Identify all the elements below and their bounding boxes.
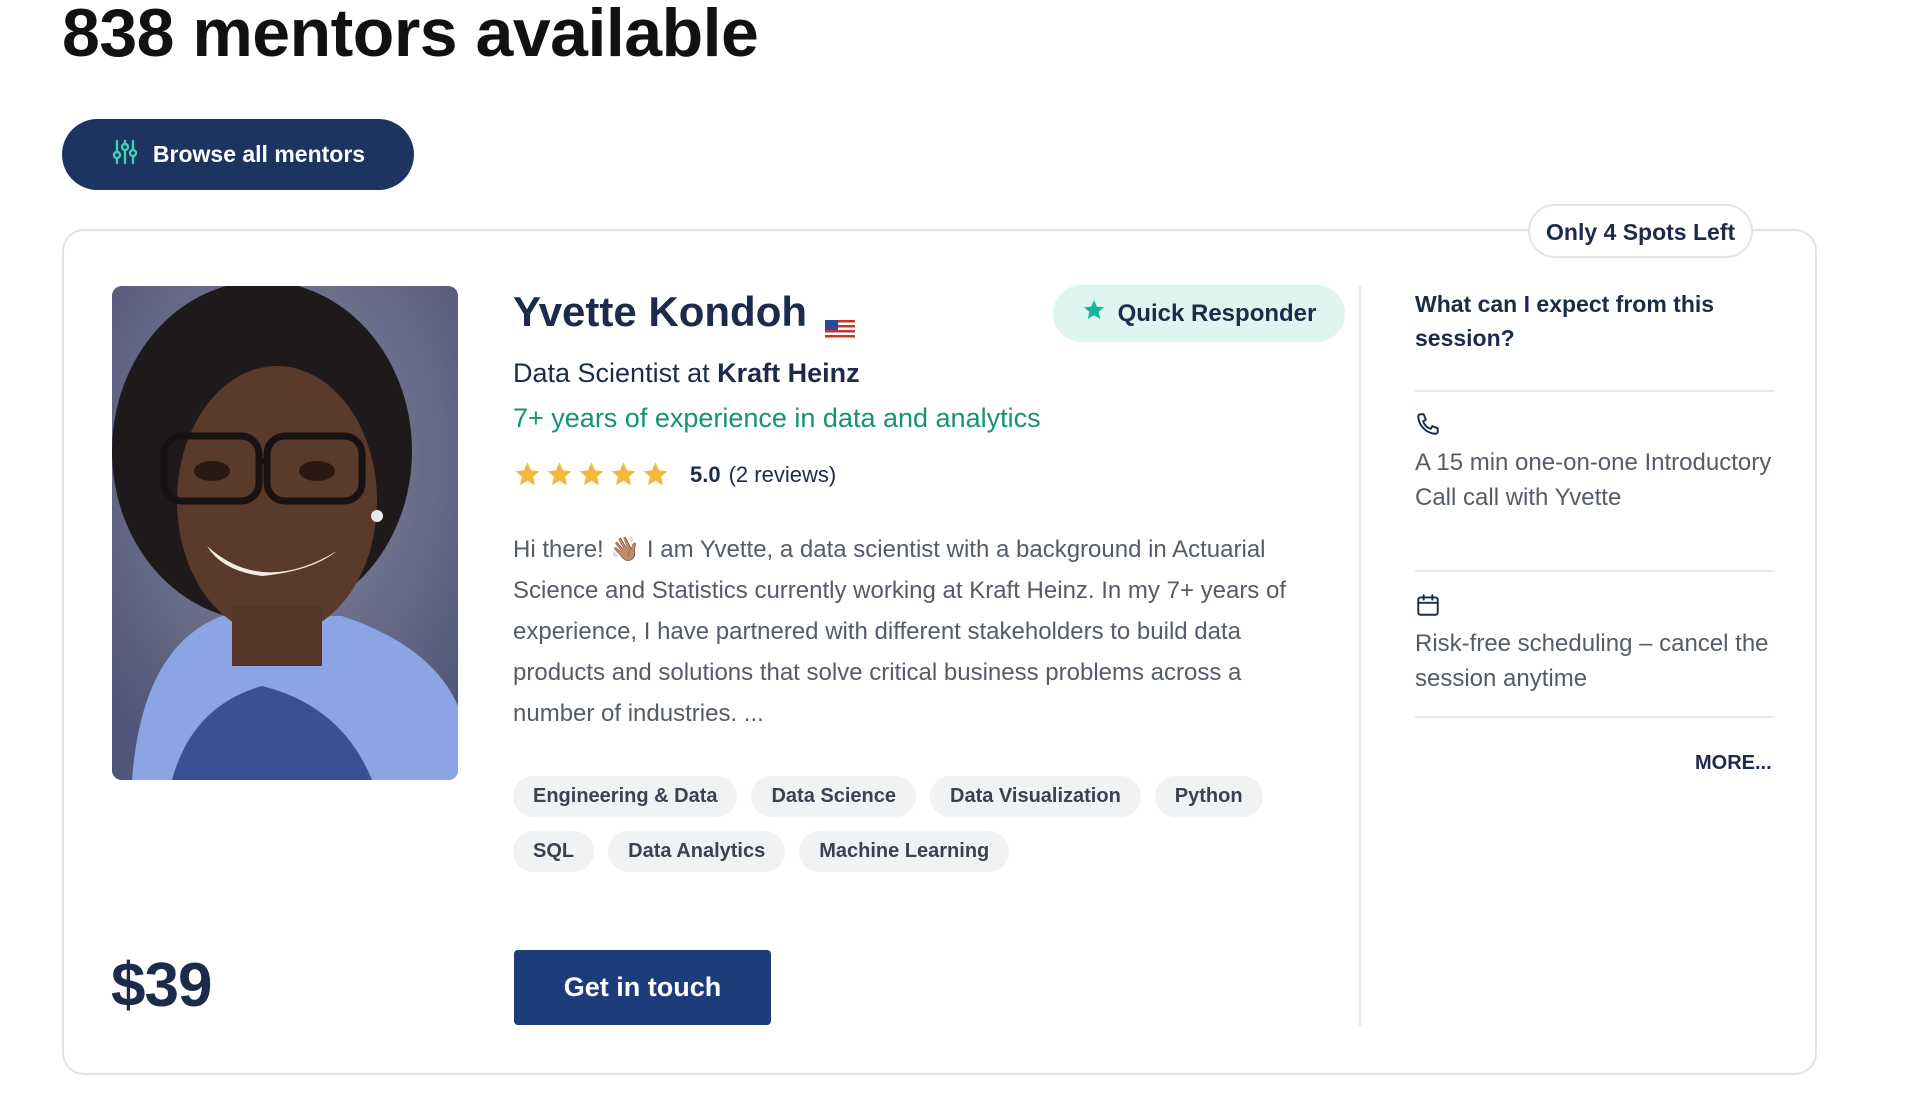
star-icon bbox=[579, 462, 604, 486]
mentor-bio: Hi there! 👋🏽 I am Yvette, a data scienti… bbox=[513, 536, 1286, 727]
skill-tag[interactable]: SQL bbox=[513, 831, 595, 872]
star-icon bbox=[643, 462, 668, 486]
rating-stars bbox=[513, 460, 670, 489]
skill-tag[interactable]: Python bbox=[1154, 776, 1263, 817]
company-name: Kraft Heinz bbox=[717, 358, 860, 388]
skill-tag[interactable]: Data Visualization bbox=[930, 776, 1141, 817]
calendar-icon bbox=[1415, 592, 1441, 618]
skill-tag[interactable]: Data Analytics bbox=[608, 831, 786, 872]
divider bbox=[1415, 716, 1775, 718]
rating: 5.0 (2 reviews) bbox=[513, 460, 836, 489]
skill-tags: Engineering & Data Data Science Data Vis… bbox=[513, 776, 1313, 872]
skill-tag[interactable]: Data Science bbox=[751, 776, 916, 817]
experience-summary: 7+ years of experience in data and analy… bbox=[513, 403, 1041, 433]
star-icon bbox=[515, 462, 540, 486]
browse-all-mentors-button[interactable]: Browse all mentors bbox=[62, 119, 414, 190]
more-link[interactable]: MORE... bbox=[1695, 752, 1772, 775]
session-price: $39 bbox=[111, 951, 212, 1020]
us-flag-icon bbox=[825, 302, 856, 340]
get-in-touch-button[interactable]: Get in touch bbox=[514, 950, 771, 1025]
expect-title: What can I expect from this session? bbox=[1415, 291, 1715, 351]
rating-value: 5.0 bbox=[690, 461, 721, 487]
skill-tag[interactable]: Machine Learning bbox=[799, 831, 1010, 872]
star-icon bbox=[1082, 298, 1106, 329]
column-divider bbox=[1359, 286, 1361, 1026]
divider bbox=[1415, 390, 1775, 392]
feature-risk-free: Risk-free scheduling – cancel the sessio… bbox=[1415, 630, 1769, 692]
filter-sliders-icon bbox=[111, 138, 139, 172]
review-count[interactable]: (2 reviews) bbox=[729, 462, 837, 488]
quick-responder-badge: Quick Responder bbox=[1053, 285, 1345, 342]
phone-icon bbox=[1415, 411, 1441, 437]
page-title: 838 mentors available bbox=[62, 0, 759, 71]
star-icon bbox=[611, 462, 636, 486]
feature-intro-call: A 15 min one-on-one Introductory Call ca… bbox=[1415, 449, 1772, 511]
divider bbox=[1415, 570, 1775, 572]
mentor-name[interactable]: Yvette Kondoh bbox=[513, 288, 856, 340]
job-title: Data Scientist at Kraft Heinz bbox=[513, 358, 860, 389]
skill-tag[interactable]: Engineering & Data bbox=[513, 776, 738, 817]
mentor-name-text: Yvette Kondoh bbox=[513, 288, 808, 335]
job-prefix: Data Scientist at bbox=[513, 358, 710, 388]
quick-responder-label: Quick Responder bbox=[1117, 299, 1317, 327]
browse-all-mentors-label: Browse all mentors bbox=[152, 141, 366, 167]
spots-left-badge: Only 4 Spots Left bbox=[1528, 204, 1754, 258]
star-icon bbox=[547, 462, 572, 486]
mentor-avatar[interactable] bbox=[112, 286, 458, 780]
